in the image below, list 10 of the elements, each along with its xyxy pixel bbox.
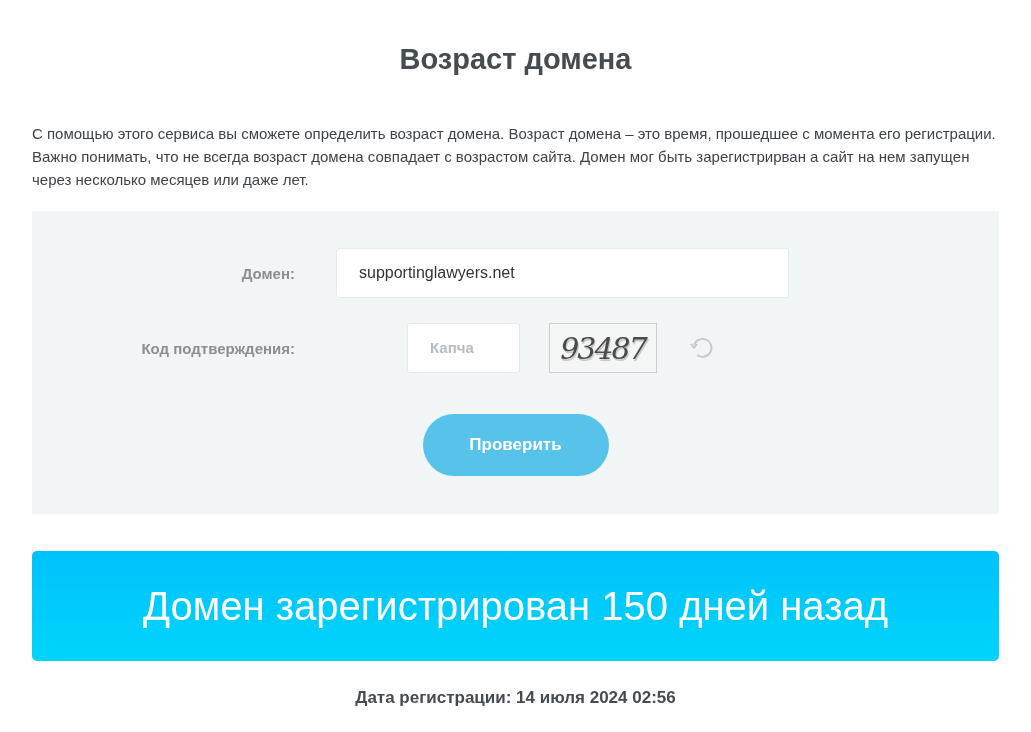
description: С помощью этого сервиса вы сможете определить возраст домена. Возраст домена – это время, прошедшее с момента его регистрации. Важно понимать, что не всегда возраст домена совпадает с возрастом сайта. Домен мог быть зарегистрирван а сайт на нем запущен через несколько месяцев или даже лет. [32, 124, 997, 190]
page-title: Возраст домена [398, 42, 633, 77]
captcha-image: 93487 [549, 323, 657, 373]
domain-field[interactable]: supportinglawyers.net [336, 248, 789, 298]
registration-date: Дата регистрации: 14 июля 2024 02:56 [354, 688, 677, 708]
domain-label: Домен: [240, 264, 295, 282]
result-banner: Домен зарегистрирован 150 дней назад [32, 551, 999, 661]
captcha-label: Код подтверждения: [140, 339, 295, 357]
captcha-field[interactable]: Капча [407, 323, 520, 373]
refresh-icon[interactable] [689, 335, 715, 361]
